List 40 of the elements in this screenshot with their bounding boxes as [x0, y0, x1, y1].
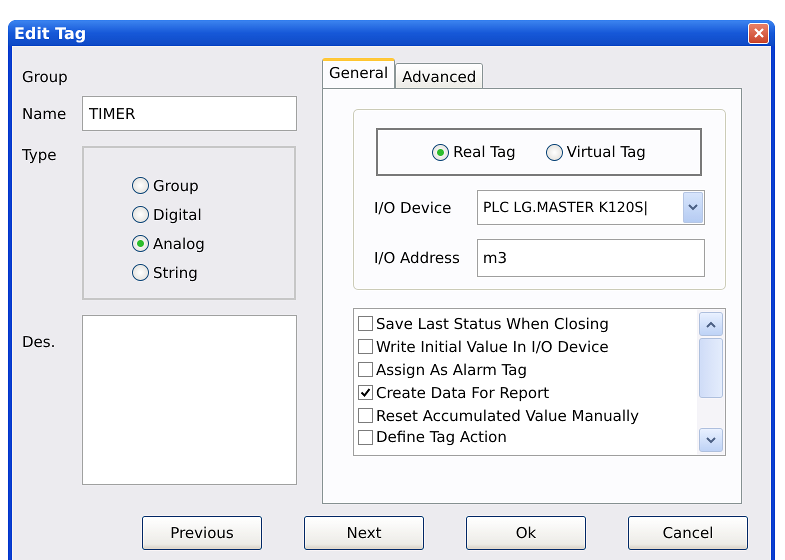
- io-address-label: I/O Address: [374, 249, 461, 267]
- option-checkbox[interactable]: Assign As Alarm Tag: [358, 358, 697, 381]
- group-label: Group: [22, 68, 69, 86]
- tab[interactable]: General: [322, 58, 396, 88]
- dialog-button[interactable]: Ok: [466, 516, 586, 550]
- io-address-field[interactable]: m3: [476, 239, 705, 277]
- dialog-button[interactable]: Previous: [142, 516, 262, 550]
- type-radio[interactable]: Group: [132, 176, 294, 194]
- type-radio[interactable]: Digital: [132, 206, 294, 224]
- type-radio[interactable]: Analog: [132, 234, 294, 252]
- option-label: Define Tag Action: [376, 428, 507, 446]
- radio-label: Real Tag: [453, 143, 516, 161]
- io-device-label: I/O Device: [374, 198, 452, 216]
- option-label: Reset Accumulated Value Manually: [376, 406, 640, 424]
- option-label: Create Data For Report: [376, 384, 550, 402]
- radio-label: Group: [153, 176, 199, 194]
- name-field[interactable]: TIMER: [82, 96, 297, 131]
- option-label: Save Last Status When Closing: [376, 314, 609, 332]
- type-label: Type: [22, 146, 58, 164]
- option-checkbox[interactable]: Reset Accumulated Value Manually: [358, 404, 697, 427]
- description-label: Des.: [22, 333, 56, 351]
- radio-label: Virtual Tag: [566, 143, 646, 161]
- tab[interactable]: Advanced: [395, 63, 484, 88]
- option-label: Assign As Alarm Tag: [376, 360, 527, 378]
- name-label: Name: [22, 104, 68, 122]
- radio-label: Digital: [153, 206, 202, 224]
- option-checkbox[interactable]: Define Tag Action: [358, 427, 697, 447]
- type-radio[interactable]: String: [132, 264, 294, 282]
- dialog-button[interactable]: Next: [304, 516, 424, 550]
- window-title: Edit Tag: [14, 24, 86, 42]
- option-label: Write Initial Value In I/O Device: [376, 338, 609, 356]
- option-checkbox[interactable]: Write Initial Value In I/O Device: [358, 335, 697, 358]
- radio-label: String: [153, 264, 198, 282]
- radio-label: Analog: [153, 234, 205, 252]
- tag-source-radio[interactable]: Virtual Tag: [546, 143, 646, 161]
- tag-source-radio[interactable]: Real Tag: [432, 143, 516, 161]
- dialog-button[interactable]: Cancel: [628, 516, 748, 550]
- io-device-dropdown[interactable]: PLC LG.MASTER K120S|: [476, 190, 705, 225]
- option-checkbox[interactable]: Save Last Status When Closing: [358, 312, 697, 335]
- option-checkbox[interactable]: Create Data For Report: [358, 381, 697, 404]
